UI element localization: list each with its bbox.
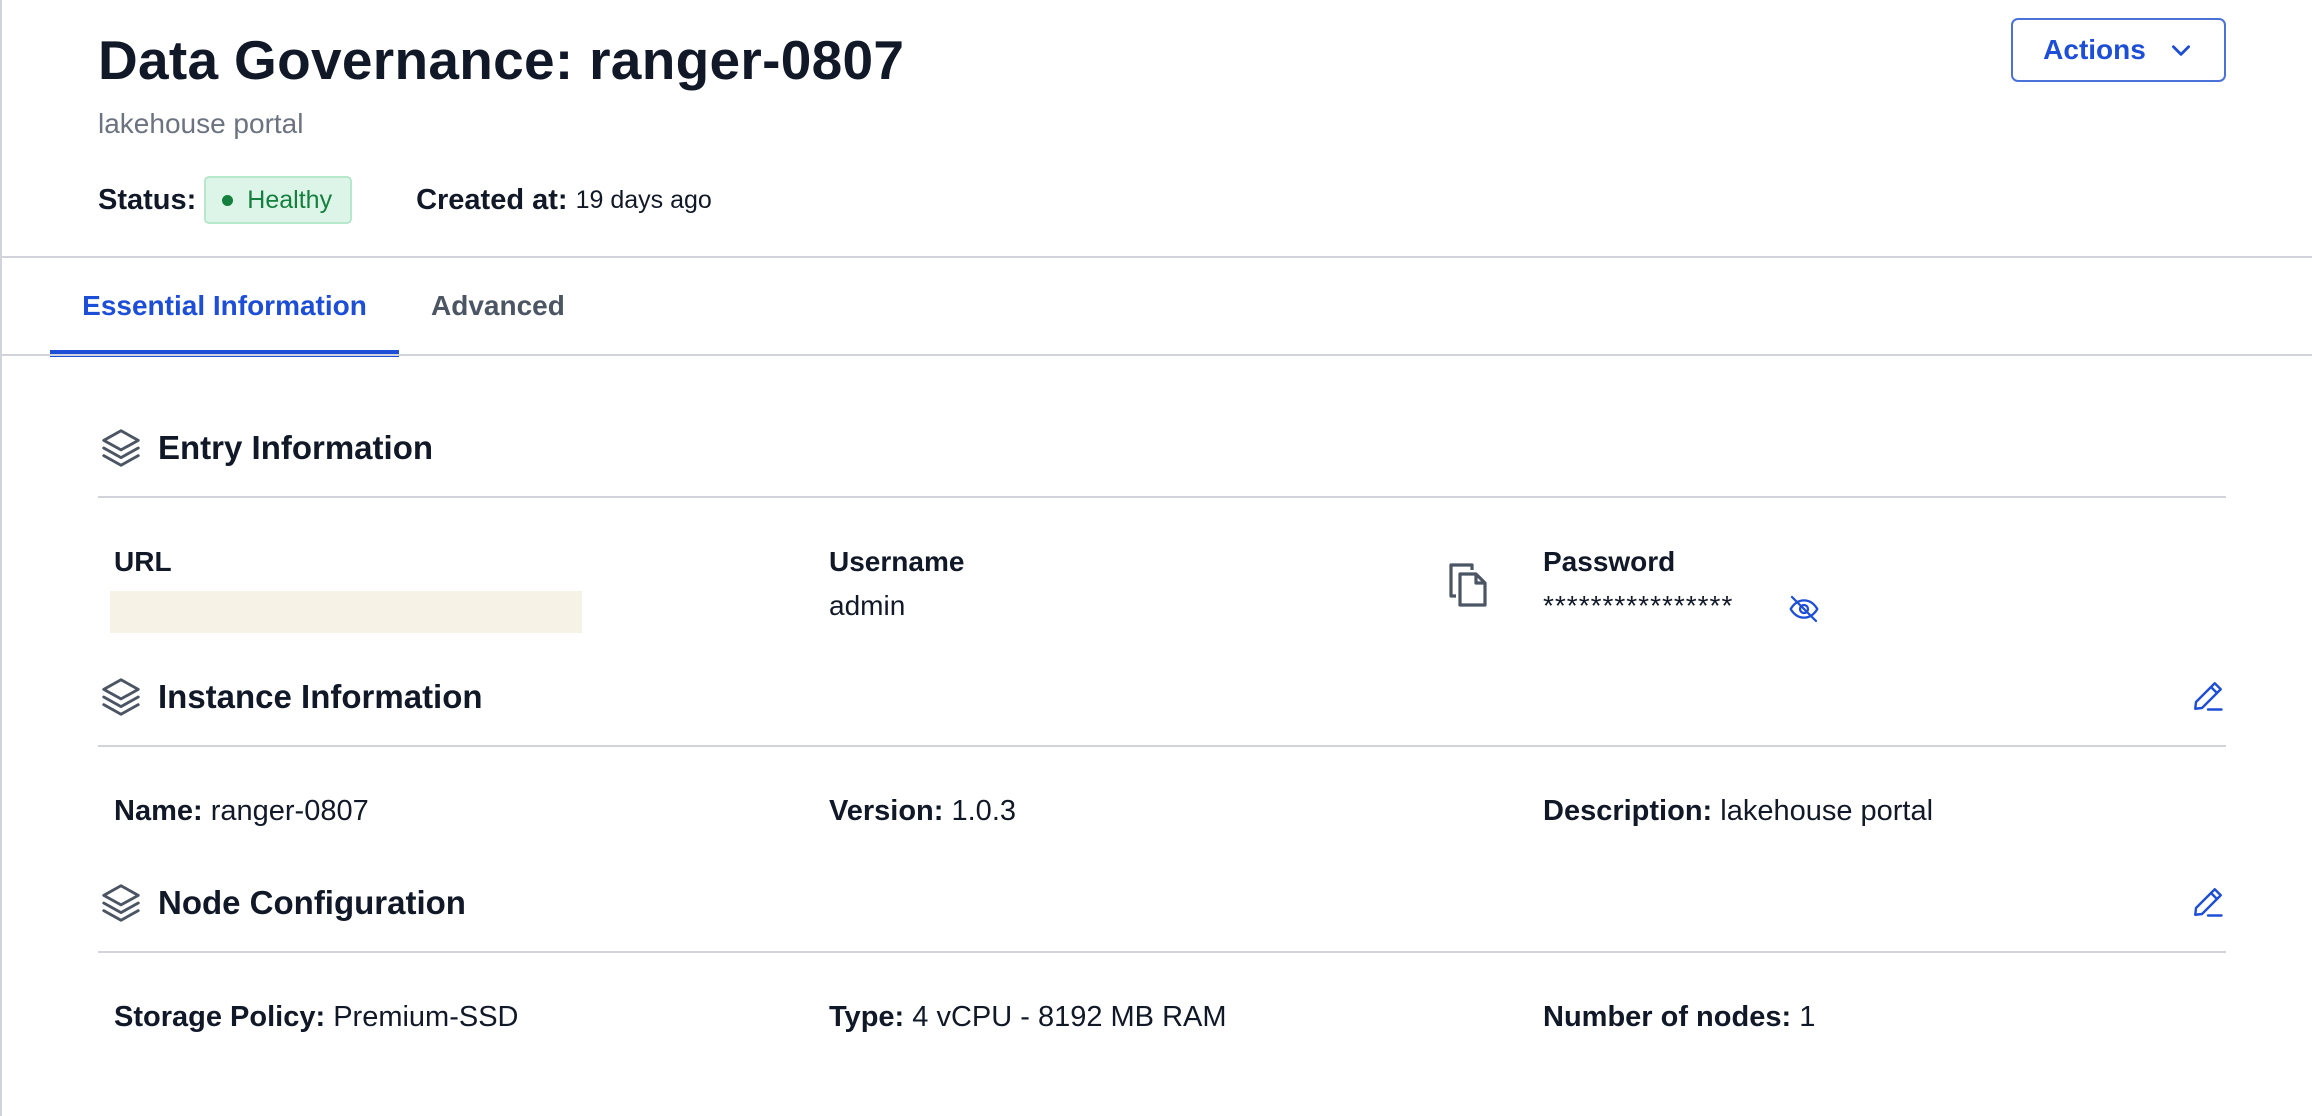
layers-icon: [102, 429, 140, 467]
node-section-divider: [98, 951, 2226, 953]
node-storage-label: Storage Policy:: [114, 1001, 326, 1033]
chevron-down-icon: [2171, 45, 2190, 56]
created-value: 19 days ago: [575, 185, 712, 214]
node-count: Number of nodes: 1: [1543, 1001, 1815, 1034]
instance-version: Version: 1.0.3: [829, 795, 1016, 828]
entry-section-title: Entry Information: [158, 429, 434, 466]
pencil-icon[interactable]: [2190, 884, 2226, 920]
instance-name-label: Name:: [114, 795, 203, 827]
node-type: Type: 4 vCPU - 8192 MB RAM: [829, 1001, 1227, 1034]
username-label: Username: [829, 546, 965, 577]
node-storage-policy: Storage Policy: Premium-SSD: [114, 1001, 519, 1034]
status-label: Status:: [98, 183, 197, 216]
created-label: Created at:: [416, 183, 568, 216]
instance-description-label: Description:: [1543, 795, 1713, 827]
username-field: Username admin: [829, 546, 964, 622]
actions-label: Actions: [2043, 34, 2146, 65]
actions-button[interactable]: Actions: [2011, 18, 2226, 82]
instance-section-header: Instance Information: [98, 666, 2226, 728]
instance-version-label: Version:: [829, 795, 944, 827]
password-label: Password: [1543, 546, 1676, 577]
node-type-label: Type:: [829, 1001, 905, 1033]
layers-icon: [102, 884, 140, 922]
eye-off-icon[interactable]: [1788, 593, 1820, 625]
status-value: Healthy: [247, 185, 333, 214]
page-header: Data Governance: ranger-0807 lakehouse p…: [0, 0, 2312, 256]
instance-name-value: ranger-0807: [210, 795, 369, 827]
entry-section-divider: [98, 496, 2226, 498]
page-title: Data Governance: ranger-0807: [98, 29, 905, 91]
node-count-value: 1: [1799, 1001, 1816, 1033]
username-value: admin: [829, 590, 906, 621]
entry-section-header: Entry Information: [98, 417, 2226, 479]
tab-advanced[interactable]: Advanced: [431, 258, 565, 354]
instance-description: Description: lakehouse portal: [1543, 795, 1933, 828]
node-section-header: Node Configuration: [98, 872, 2226, 934]
node-count-label: Number of nodes:: [1543, 1001, 1792, 1033]
password-field: Password ****************: [1543, 546, 1733, 622]
url-value[interactable]: [110, 591, 582, 633]
tabs-divider: [0, 354, 2312, 356]
password-value: ****************: [1543, 590, 1734, 621]
instance-section-title: Instance Information: [158, 678, 483, 715]
node-type-value: 4 vCPU - 8192 MB RAM: [912, 1001, 1227, 1033]
tab-bar: Essential Information Advanced: [0, 258, 2312, 357]
created-at: Created at: 19 days ago: [416, 184, 712, 217]
instance-name: Name: ranger-0807: [114, 795, 369, 828]
url-field: URL: [114, 546, 172, 578]
instance-description-value: lakehouse portal: [1720, 795, 1934, 827]
status-dot-icon: [222, 194, 234, 206]
node-storage-value: Premium-SSD: [333, 1001, 519, 1033]
instance-section-divider: [98, 745, 2226, 747]
node-section-title: Node Configuration: [158, 884, 466, 921]
tab-essential-information[interactable]: Essential Information: [50, 258, 399, 357]
copy-icon[interactable]: [1448, 562, 1488, 608]
layers-icon: [102, 678, 140, 716]
instance-version-value: 1.0.3: [951, 795, 1017, 827]
meta-row: Status: Healthy Created at: 19 days ago: [98, 176, 712, 224]
url-label: URL: [114, 546, 172, 577]
pencil-icon[interactable]: [2190, 678, 2226, 714]
status-badge: Healthy: [204, 176, 353, 224]
page-subtitle: lakehouse portal: [98, 108, 304, 139]
